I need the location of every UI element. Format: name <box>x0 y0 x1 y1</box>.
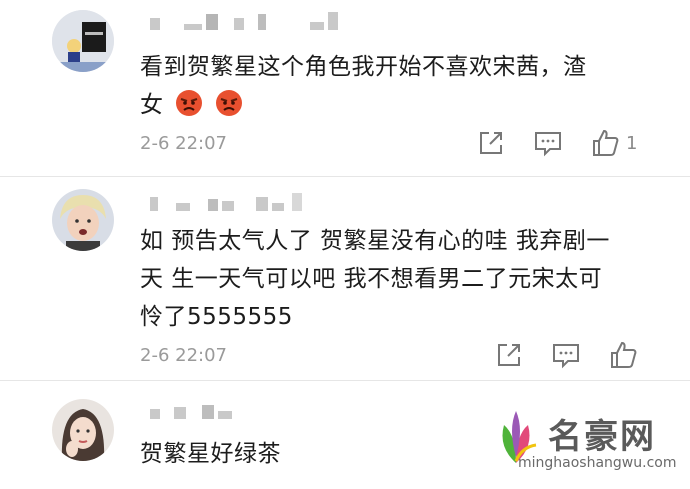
angry-face-icon <box>176 90 203 116</box>
comment-text-line: 女 <box>140 86 587 124</box>
share-icon <box>480 132 502 154</box>
like-icon <box>611 341 637 368</box>
comment-time: 2-6 22:07 <box>140 345 227 366</box>
watermark-url: minghaoshangwu.com <box>518 455 677 471</box>
comment-text: 看到贺繁星这个角色我开始不喜欢宋茜，渣 女 <box>140 48 587 124</box>
comment-text: 如 预告太气人了 贺繁星没有心的哇 我弃剧一 天 生一天气可以吧 我不想看男二了… <box>140 222 610 336</box>
comment-text-line: 怜了5555555 <box>140 304 293 330</box>
comment-button[interactable] <box>551 340 581 370</box>
comment-icon <box>553 344 579 369</box>
comment-text-line: 如 预告太气人了 贺繁星没有心的哇 我弃剧一 <box>140 228 610 254</box>
avatar[interactable] <box>52 399 114 461</box>
username-mosaic <box>150 12 338 30</box>
share-button[interactable] <box>494 340 524 370</box>
comment-text-fragment: 女 <box>140 92 164 118</box>
angry-face-icon <box>216 90 243 116</box>
like-count: 1 <box>626 133 638 154</box>
comment-button[interactable] <box>533 128 563 158</box>
comment-item: 如 预告太气人了 贺繁星没有心的哇 我弃剧一 天 生一天气可以吧 我不想看男二了… <box>0 177 690 377</box>
comment-text-line: 看到贺繁星这个角色我开始不喜欢宋茜，渣 <box>140 54 587 80</box>
comment-icon <box>535 132 561 157</box>
share-button[interactable] <box>476 128 506 158</box>
comment-time: 2-6 22:07 <box>140 133 227 154</box>
like-button[interactable] <box>590 128 620 158</box>
like-button[interactable] <box>608 340 638 370</box>
comment-text-line: 天 生一天气可以吧 我不想看男二了元宋太可 <box>140 266 603 292</box>
watermark-title: 名豪网 <box>548 417 656 457</box>
like-icon <box>593 129 619 156</box>
avatar[interactable] <box>52 10 114 72</box>
share-icon <box>498 344 520 366</box>
username-mosaic <box>150 193 302 211</box>
avatar[interactable] <box>52 189 114 251</box>
comment-text: 贺繁星好绿茶 <box>140 441 281 467</box>
username-mosaic <box>150 405 232 419</box>
comment-item: 看到贺繁星这个角色我开始不喜欢宋茜，渣 女 2-6 22:07 1 <box>0 0 690 175</box>
site-watermark: 名豪网 minghaoshangwu.com <box>482 403 682 483</box>
